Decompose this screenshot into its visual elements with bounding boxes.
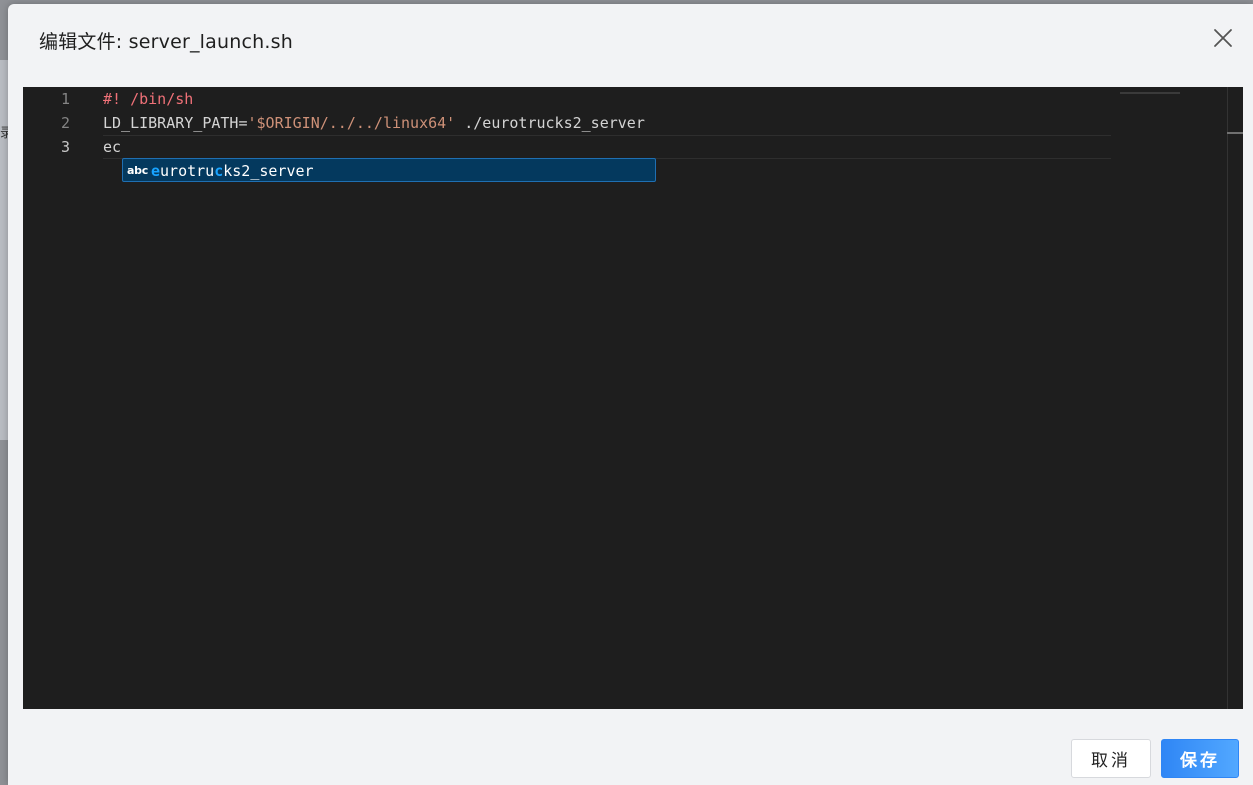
suggestion-text: urotru (160, 162, 215, 180)
suggestion-text: ks2_server (223, 162, 314, 180)
autocomplete-suggestion[interactable]: abc eurotrucks2_server (122, 158, 656, 182)
code-token: LD_LIBRARY_PATH= (103, 114, 248, 132)
close-icon (1214, 29, 1232, 47)
text-kind-icon: abc (127, 164, 148, 177)
minimap (1120, 92, 1180, 94)
code-line[interactable]: LD_LIBRARY_PATH='$ORIGIN/../../linux64' … (103, 111, 645, 135)
code-token-string: '$ORIGIN/../../linux64' (247, 114, 456, 132)
background-sidebar (0, 60, 8, 440)
line-number: 2 (60, 114, 70, 132)
dialog-title: 编辑文件: server_launch.sh (39, 31, 293, 53)
line-number-gutter: 1 2 3 (23, 87, 83, 709)
code-editor[interactable]: 1 2 3 #! /bin/sh LD_LIBRARY_PATH='$ORIGI… (23, 87, 1243, 709)
code-line[interactable]: #! /bin/sh (103, 87, 193, 111)
code-line[interactable]: ec (103, 135, 121, 159)
suggestion-label: eurotrucks2_server (151, 160, 314, 182)
suggestion-match: c (214, 162, 224, 180)
close-button[interactable] (1211, 26, 1235, 50)
cancel-button[interactable]: 取消 (1071, 739, 1151, 778)
suggestion-match: e (151, 162, 161, 180)
current-line-highlight (103, 135, 1111, 159)
line-number: 3 (60, 138, 70, 156)
line-number: 1 (60, 90, 70, 108)
code-token: ./eurotrucks2_server (455, 114, 645, 132)
save-button[interactable]: 保存 (1161, 739, 1239, 778)
code-token-comment: #! /bin/sh (103, 90, 194, 108)
dialog-header: 编辑文件: server_launch.sh (8, 4, 1253, 74)
edit-file-dialog: 编辑文件: server_launch.sh 1 2 3 #! /bin/sh … (8, 4, 1253, 785)
scrollbar-position-marker (1227, 132, 1243, 134)
code-token: ec (103, 138, 122, 156)
editor-scrollbar[interactable] (1227, 87, 1228, 709)
